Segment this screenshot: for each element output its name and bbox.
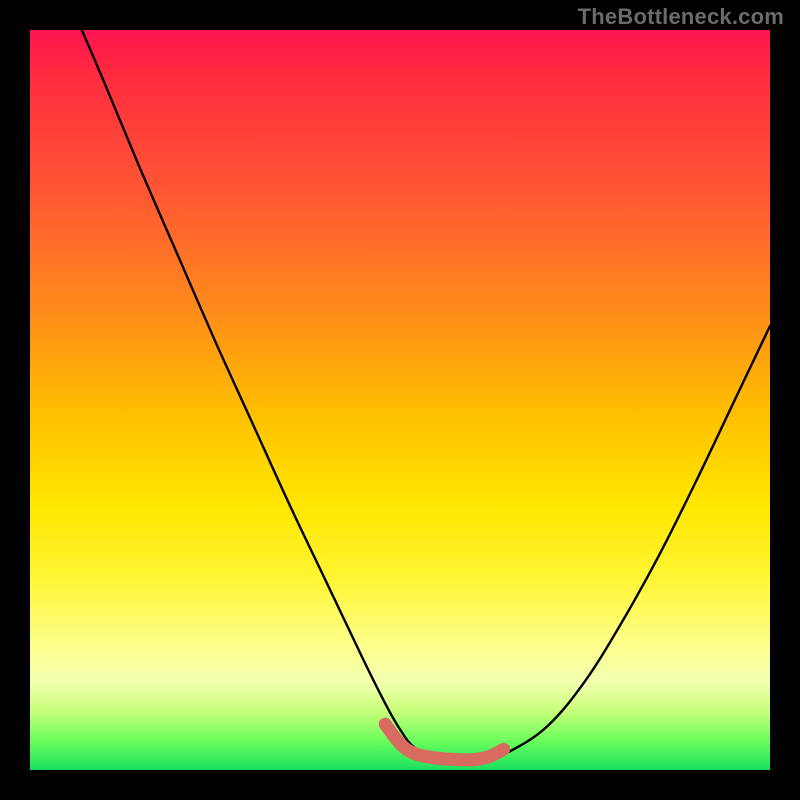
plot-area [30,30,770,770]
curve-layer [30,30,770,770]
bottom-plateau-highlight [385,724,503,760]
bottleneck-curve [82,30,770,760]
chart-frame: TheBottleneck.com [0,0,800,800]
watermark-text: TheBottleneck.com [578,4,784,30]
